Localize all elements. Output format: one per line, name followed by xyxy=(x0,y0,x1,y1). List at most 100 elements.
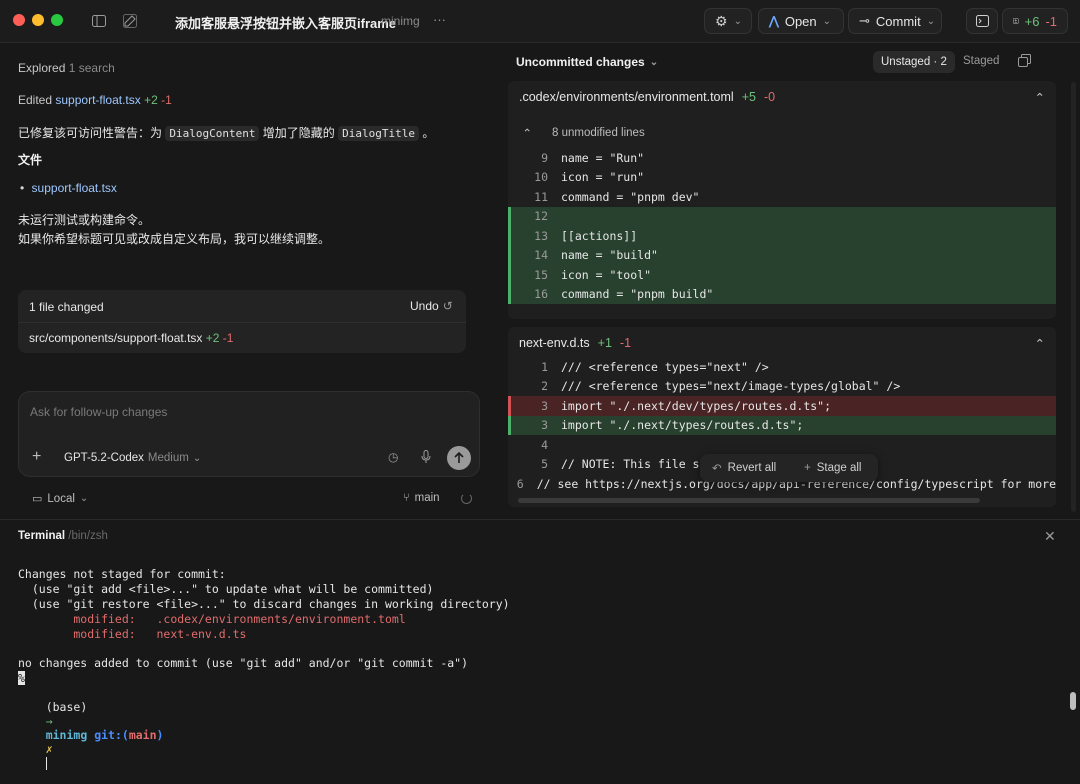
diff-line-add: 3 import "./.next/types/routes.d.ts"; xyxy=(508,415,1056,435)
explored-summary[interactable]: Explored 1 search xyxy=(18,61,115,75)
diff-file-name: next-env.d.ts xyxy=(519,336,590,350)
chevron-down-icon: ⌄ xyxy=(192,452,202,464)
copy-icon[interactable] xyxy=(1018,54,1031,70)
file-link[interactable]: support-float.tsx xyxy=(32,181,117,195)
environment-label: Local xyxy=(47,492,75,505)
line-number: 1 xyxy=(541,359,548,374)
terminal-toggle-button[interactable] xyxy=(966,8,998,34)
changed-file-path: src/components/support-float.tsx xyxy=(29,331,203,345)
send-button[interactable] xyxy=(447,446,471,470)
diff-change-marker xyxy=(508,226,511,246)
line-number: 14 xyxy=(534,248,548,263)
edited-file-link[interactable]: support-float.tsx xyxy=(55,93,140,107)
add-attachment-button[interactable]: + xyxy=(32,448,41,466)
chevron-down-icon: ⌄ xyxy=(733,15,742,27)
line-code: import "./.next/types/routes.d.ts"; xyxy=(561,418,804,433)
editor-logo-icon: ⋀ xyxy=(769,14,779,28)
tab-unstaged[interactable]: Unstaged · 2 xyxy=(873,51,955,73)
plus-icon: + xyxy=(804,462,811,474)
expand-up-icon: ⌃ xyxy=(522,128,532,140)
sidebar-toggle-icon[interactable] xyxy=(89,11,109,31)
diff-file-minus: -1 xyxy=(619,336,632,350)
line-number: 10 xyxy=(534,170,548,185)
maximize-window-button[interactable] xyxy=(51,14,63,26)
line-code: /// <reference types="next" /> xyxy=(561,359,769,374)
stage-all-button[interactable]: + Stage all xyxy=(804,462,861,474)
model-effort: Medium xyxy=(147,452,189,464)
chevron-down-icon: ⌄ xyxy=(926,15,936,27)
thread-more-button[interactable]: ··· xyxy=(433,12,446,27)
environment-selector[interactable]: ▭ Local ⌄ xyxy=(32,492,88,506)
branch-selector[interactable]: ⑂ main xyxy=(403,492,440,504)
diff-line-add: 13 [[actions]] xyxy=(508,226,1056,246)
git-branch-icon: ⑂ xyxy=(403,492,410,504)
terminal-panel: Terminal /bin/zsh ✕ Changes not staged f… xyxy=(0,519,1080,770)
diff-line-ctx: 4 xyxy=(508,435,1056,455)
gear-icon: ⚙ xyxy=(715,12,728,29)
close-terminal-icon[interactable]: ✕ xyxy=(1044,528,1056,545)
branch-name: main xyxy=(414,492,440,504)
diff-change-marker xyxy=(508,245,511,265)
collapse-chevron-icon[interactable]: ⌃ xyxy=(1035,336,1045,351)
prompt-git: git:( xyxy=(94,728,129,742)
revert-all-button[interactable]: ↶ Revert all xyxy=(700,461,804,475)
open-button-label: Open xyxy=(784,13,817,29)
unmodified-lines-expander[interactable]: ⌃ 8 unmodified lines xyxy=(508,123,1056,143)
commit-button[interactable]: ⊸ Commit ⌄ xyxy=(848,8,942,34)
composer: Ask for follow-up changes + GPT-5.2-Code… xyxy=(18,391,480,477)
tab-staged[interactable]: Staged xyxy=(963,55,999,67)
line-code: [[actions]] xyxy=(561,228,638,243)
minimize-window-button[interactable] xyxy=(32,14,44,26)
diff-panel: Uncommitted changes ⌄ Unstaged · 2 Stage… xyxy=(508,43,1068,518)
undo-button[interactable]: Undo ↺ xyxy=(410,299,453,313)
new-chat-icon[interactable] xyxy=(120,11,140,31)
diff-plus-count: +6 xyxy=(1024,13,1040,29)
followup-input[interactable]: Ask for follow-up changes xyxy=(30,405,167,419)
diff-line-add: 14 name = "build" xyxy=(508,245,1056,265)
terminal-prompt[interactable]: (base) → minimg git:(main) ✗ xyxy=(18,686,163,784)
horizontal-scrollbar[interactable] xyxy=(518,498,980,503)
bullet: • xyxy=(20,181,25,195)
diff-line-add: 12 xyxy=(508,206,1056,226)
diff-change-marker xyxy=(508,265,511,285)
line-code: icon = "tool" xyxy=(561,267,652,282)
diff-file-plus: +1 xyxy=(597,336,612,350)
line-code: // NOTE: This file sh xyxy=(561,457,707,472)
terminal-line: (use "git add <file>..." to update what … xyxy=(18,582,434,596)
diff-minus-count: -1 xyxy=(1045,13,1057,29)
revert-all-label: Revert all xyxy=(727,462,777,474)
diff-file-minus: -0 xyxy=(763,90,776,104)
diff-change-marker xyxy=(508,206,511,226)
line-number: 5 xyxy=(541,457,548,472)
microphone-icon[interactable] xyxy=(421,450,431,467)
terminal-scrollbar[interactable] xyxy=(1070,692,1076,710)
files-changed-card: 1 file changed Undo ↺ src/components/sup… xyxy=(18,290,466,353)
laptop-icon: ▭ xyxy=(32,493,43,505)
edited-plus: +2 xyxy=(144,93,158,107)
line-number: 15 xyxy=(534,267,548,282)
message-text: 已修复该可访问性警告：为 xyxy=(18,126,163,140)
diff-scope-dropdown[interactable]: Uncommitted changes ⌄ xyxy=(516,55,658,69)
diff-file-header[interactable]: next-env.d.ts +1 -1 ⌃ xyxy=(508,327,1056,359)
file-list-item: • support-float.tsx xyxy=(20,181,117,195)
edited-label: Edited xyxy=(18,93,53,107)
diff-line-ctx: 10 icon = "run" xyxy=(508,168,1056,188)
diff-line-ctx: 9 name = "Run" xyxy=(508,148,1056,168)
diff-file-header[interactable]: .codex/environments/environment.toml +5 … xyxy=(508,81,1056,113)
terminal-partial-line-marker: % xyxy=(18,671,25,685)
diff-scope-label: Uncommitted changes xyxy=(516,55,645,69)
open-button[interactable]: ⋀ Open ⌄ xyxy=(758,8,844,34)
diff-icon xyxy=(1013,18,1019,24)
prompt-dirty-marker: ✗ xyxy=(45,742,53,756)
diff-scrollbar[interactable] xyxy=(1071,82,1076,512)
diff-change-marker xyxy=(508,284,511,304)
collapse-chevron-icon[interactable]: ⌃ xyxy=(1035,90,1045,105)
changed-file-row[interactable]: src/components/support-float.tsx +2 -1 xyxy=(29,331,233,345)
model-selector[interactable]: GPT-5.2-Codex Medium ⌄ xyxy=(64,452,201,464)
history-icon[interactable]: ◷ xyxy=(388,450,398,464)
divider xyxy=(18,322,466,323)
diff-panel-toggle[interactable]: +6 -1 xyxy=(1002,8,1068,34)
thread-title: 添加客服悬浮按钮并嵌入客服页iframe xyxy=(175,16,397,31)
settings-dropdown[interactable]: ⚙ ⌄ xyxy=(704,8,752,34)
close-window-button[interactable] xyxy=(13,14,25,26)
